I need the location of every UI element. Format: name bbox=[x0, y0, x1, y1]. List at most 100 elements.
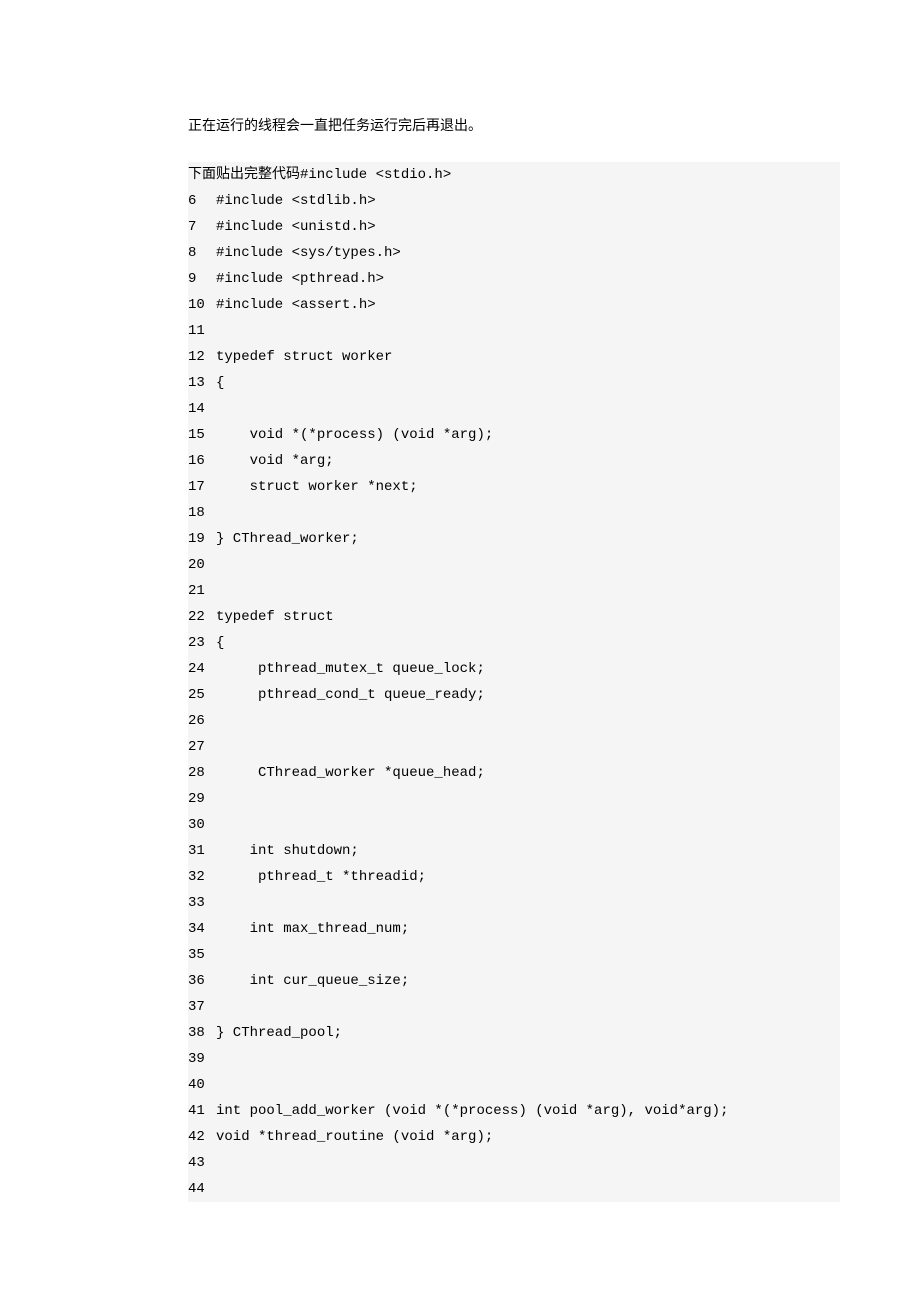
code-line: 8#include <sys/types.h> bbox=[188, 240, 840, 266]
code-text: #include <stdlib.h> bbox=[216, 188, 376, 214]
code-text: #include <pthread.h> bbox=[216, 266, 384, 292]
line-number: 30 bbox=[188, 812, 216, 838]
line-number: 41 bbox=[188, 1098, 216, 1124]
code-line: 34 int max_thread_num; bbox=[188, 916, 840, 942]
line-number: 15 bbox=[188, 422, 216, 448]
code-block: 下面贴出完整代码#include <stdio.h> 6#include <st… bbox=[188, 162, 840, 1202]
line-number: 13 bbox=[188, 370, 216, 396]
code-line: 40 bbox=[188, 1072, 840, 1098]
code-text: CThread_worker *queue_head; bbox=[216, 760, 485, 786]
line-number: 32 bbox=[188, 864, 216, 890]
code-text: int max_thread_num; bbox=[216, 916, 409, 942]
code-text: pthread_t *threadid; bbox=[216, 864, 426, 890]
line-number: 7 bbox=[188, 214, 216, 240]
line-number: 44 bbox=[188, 1176, 216, 1202]
code-line: 36 int cur_queue_size; bbox=[188, 968, 840, 994]
code-text: struct worker *next; bbox=[216, 474, 418, 500]
code-line: 38} CThread_pool; bbox=[188, 1020, 840, 1046]
code-line: 14 bbox=[188, 396, 840, 422]
code-line: 17 struct worker *next; bbox=[188, 474, 840, 500]
line-number: 33 bbox=[188, 890, 216, 916]
line-number: 22 bbox=[188, 604, 216, 630]
code-line: 30 bbox=[188, 812, 840, 838]
code-text: void *thread_routine (void *arg); bbox=[216, 1124, 493, 1150]
code-line: 32 pthread_t *threadid; bbox=[188, 864, 840, 890]
code-text: } CThread_pool; bbox=[216, 1020, 342, 1046]
code-text: #include <sys/types.h> bbox=[216, 240, 401, 266]
line-number: 10 bbox=[188, 292, 216, 318]
code-line: 19} CThread_worker; bbox=[188, 526, 840, 552]
line-number: 26 bbox=[188, 708, 216, 734]
line-number: 19 bbox=[188, 526, 216, 552]
code-line: 44 bbox=[188, 1176, 840, 1202]
line-number: 34 bbox=[188, 916, 216, 942]
code-line: 31 int shutdown; bbox=[188, 838, 840, 864]
code-line: 41int pool_add_worker (void *(*process) … bbox=[188, 1098, 840, 1124]
code-text: int shutdown; bbox=[216, 838, 359, 864]
code-text: int cur_queue_size; bbox=[216, 968, 409, 994]
intro-line: 下面贴出完整代码#include <stdio.h> bbox=[188, 162, 840, 188]
code-line: 13{ bbox=[188, 370, 840, 396]
code-line: 11 bbox=[188, 318, 840, 344]
line-number: 20 bbox=[188, 552, 216, 578]
line-number: 21 bbox=[188, 578, 216, 604]
code-line: 6#include <stdlib.h> bbox=[188, 188, 840, 214]
line-number: 14 bbox=[188, 396, 216, 422]
code-line: 21 bbox=[188, 578, 840, 604]
code-text: void *(*process) (void *arg); bbox=[216, 422, 493, 448]
code-line: 9#include <pthread.h> bbox=[188, 266, 840, 292]
code-line: 20 bbox=[188, 552, 840, 578]
code-line: 7#include <unistd.h> bbox=[188, 214, 840, 240]
code-line: 42void *thread_routine (void *arg); bbox=[188, 1124, 840, 1150]
code-line: 33 bbox=[188, 890, 840, 916]
line-number: 37 bbox=[188, 994, 216, 1020]
line-number: 38 bbox=[188, 1020, 216, 1046]
line-number: 40 bbox=[188, 1072, 216, 1098]
code-text: #include <unistd.h> bbox=[216, 214, 376, 240]
code-text: pthread_cond_t queue_ready; bbox=[216, 682, 485, 708]
line-number: 43 bbox=[188, 1150, 216, 1176]
line-number: 23 bbox=[188, 630, 216, 656]
code-text: } CThread_worker; bbox=[216, 526, 359, 552]
code-text: typedef struct bbox=[216, 604, 334, 630]
document-page: 正在运行的线程会一直把任务运行完后再退出。 下面贴出完整代码#include <… bbox=[0, 0, 920, 1242]
code-line: 18 bbox=[188, 500, 840, 526]
line-number: 35 bbox=[188, 942, 216, 968]
line-number: 8 bbox=[188, 240, 216, 266]
code-text: { bbox=[216, 370, 224, 396]
code-line: 16 void *arg; bbox=[188, 448, 840, 474]
code-line: 26 bbox=[188, 708, 840, 734]
code-text: typedef struct worker bbox=[216, 344, 392, 370]
line-number: 18 bbox=[188, 500, 216, 526]
line-number: 25 bbox=[188, 682, 216, 708]
line-number: 36 bbox=[188, 968, 216, 994]
line-number: 17 bbox=[188, 474, 216, 500]
code-line: 29 bbox=[188, 786, 840, 812]
code-line: 43 bbox=[188, 1150, 840, 1176]
line-number: 16 bbox=[188, 448, 216, 474]
line-number: 9 bbox=[188, 266, 216, 292]
line-number: 31 bbox=[188, 838, 216, 864]
code-text: { bbox=[216, 630, 224, 656]
code-line: 35 bbox=[188, 942, 840, 968]
code-line: 15 void *(*process) (void *arg); bbox=[188, 422, 840, 448]
code-text: void *arg; bbox=[216, 448, 334, 474]
code-text: int pool_add_worker (void *(*process) (v… bbox=[216, 1098, 728, 1124]
code-line: 37 bbox=[188, 994, 840, 1020]
line-number: 29 bbox=[188, 786, 216, 812]
code-line: 10#include <assert.h> bbox=[188, 292, 840, 318]
intro-text: 下面贴出完整代码 bbox=[188, 167, 300, 183]
code-line: 22typedef struct bbox=[188, 604, 840, 630]
line-number: 42 bbox=[188, 1124, 216, 1150]
paragraph-text: 正在运行的线程会一直把任务运行完后再退出。 bbox=[188, 112, 840, 138]
line-number: 28 bbox=[188, 760, 216, 786]
code-line: 12typedef struct worker bbox=[188, 344, 840, 370]
line-number: 24 bbox=[188, 656, 216, 682]
code-text: pthread_mutex_t queue_lock; bbox=[216, 656, 485, 682]
line-number: 12 bbox=[188, 344, 216, 370]
line-number: 6 bbox=[188, 188, 216, 214]
code-line: 39 bbox=[188, 1046, 840, 1072]
code-line: 25 pthread_cond_t queue_ready; bbox=[188, 682, 840, 708]
code-line: 24 pthread_mutex_t queue_lock; bbox=[188, 656, 840, 682]
code-line: 27 bbox=[188, 734, 840, 760]
